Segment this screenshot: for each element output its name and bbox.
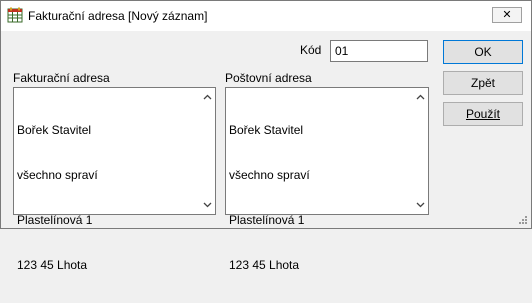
close-icon: ✕	[502, 9, 512, 21]
kod-label: Kód	[300, 43, 322, 57]
postal-address-text: Bořek Stavitel všechno spraví Plastelíno…	[229, 93, 310, 303]
billing-address-textarea[interactable]: Bořek Stavitel všechno spraví Plastelíno…	[13, 87, 216, 272]
postal-address-textarea[interactable]: Bořek Stavitel všechno spraví Plastelíno…	[225, 87, 429, 272]
billing-scrollbar[interactable]	[200, 88, 215, 214]
scroll-down-icon[interactable]	[416, 200, 425, 209]
app-table-icon	[7, 7, 23, 23]
title-bar[interactable]: Fakturační adresa [Nový záznam] ✕	[1, 1, 531, 31]
billing-line: Bořek Stavitel	[17, 123, 92, 137]
window-title: Fakturační adresa [Nový záznam]	[28, 9, 208, 23]
dialog-window: Fakturační adresa [Nový záznam] ✕ Kód Fa…	[0, 0, 532, 272]
postal-line: všechno spraví	[229, 168, 310, 182]
billing-line: Plastelínová 1	[17, 213, 93, 227]
postal-address-label: Poštovní adresa	[225, 71, 312, 85]
scroll-down-icon[interactable]	[203, 200, 212, 209]
billing-line: 123 45 Lhota	[17, 258, 88, 272]
scroll-up-icon[interactable]	[203, 93, 212, 102]
ok-button[interactable]: OK	[443, 40, 523, 64]
postal-line: Plastelínová 1	[229, 213, 305, 227]
postal-line: 123 45 Lhota	[229, 258, 300, 272]
postal-line: Bořek Stavitel	[229, 123, 304, 137]
apply-button[interactable]: Použít	[443, 102, 523, 126]
close-button[interactable]: ✕	[492, 7, 522, 23]
apply-button-label: Použít	[465, 107, 501, 121]
back-button[interactable]: Zpět	[443, 71, 523, 95]
billing-address-label: Fakturační adresa	[13, 71, 110, 85]
billing-line: všechno spraví	[17, 168, 98, 182]
resize-grip-icon[interactable]	[518, 215, 528, 225]
kod-input[interactable]	[330, 40, 428, 62]
billing-address-text: Bořek Stavitel všechno spraví Plastelíno…	[17, 93, 98, 303]
postal-scrollbar[interactable]	[413, 88, 428, 214]
scroll-up-icon[interactable]	[416, 93, 425, 102]
